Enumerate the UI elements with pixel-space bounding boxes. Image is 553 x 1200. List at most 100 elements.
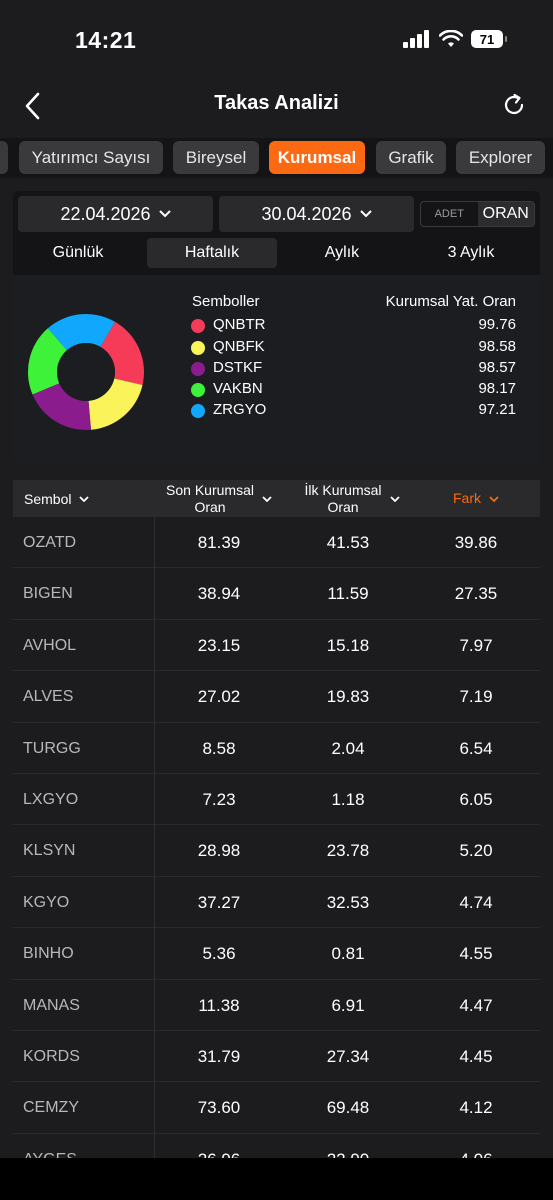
end-date-picker[interactable]: 30.04.2026	[219, 196, 414, 232]
cell-diff: 4.47	[459, 995, 493, 1015]
table-row[interactable]: CEMZY 73.60 69.48 4.12	[13, 1082, 540, 1134]
table-row[interactable]: MANAS 11.38 6.91 4.47	[13, 980, 540, 1031]
cell-symbol: KGYO	[23, 893, 70, 911]
table-row[interactable]: AYGES 26.96 22.90 4.06	[13, 1134, 540, 1160]
header-first-ratio[interactable]: İlk Kurumsal Oran	[288, 480, 416, 517]
refresh-icon[interactable]	[501, 92, 527, 118]
table-body: OZATD 81.39 41.53 39.86 BIGEN 38.94 11.59 27.35…	[13, 517, 540, 1160]
table-row[interactable]: ALVES 27.02 19.83 7.19	[13, 671, 540, 723]
cell-symbol: LXGYO	[23, 790, 79, 808]
legend-name: ZRGYO	[213, 401, 267, 418]
wifi-icon	[439, 30, 463, 47]
cell-last-ratio: 23.15	[197, 635, 241, 655]
cell-diff: 6.05	[459, 789, 493, 809]
cell-diff: 4.12	[459, 1098, 493, 1118]
cell-diff: 7.19	[459, 687, 493, 707]
chevron-down-icon	[489, 495, 499, 502]
battery-icon: 71	[471, 30, 507, 48]
tab-explorer[interactable]: Explorer	[456, 141, 545, 174]
legend-item: VAKBN 98.17	[191, 380, 516, 401]
legend-name: DSTKF	[213, 359, 263, 376]
table-row[interactable]: BIGEN 38.94 11.59 27.35	[13, 568, 540, 620]
legend-item: DSTKF 98.57	[191, 359, 516, 380]
tab-grafik[interactable]: Grafik	[376, 141, 446, 174]
period-gunluk[interactable]: Günlük	[13, 238, 143, 268]
tab-bar: Yatırımcı Sayısı Bireysel Kurumsal Grafi…	[0, 138, 553, 178]
chevron-down-icon	[262, 495, 272, 502]
table-row[interactable]: KORDS 31.79 27.34 4.45	[13, 1031, 540, 1083]
status-bar: 14:21 71	[0, 0, 553, 78]
cell-first-ratio: 1.18	[331, 789, 365, 809]
tab-partial[interactable]	[0, 141, 8, 174]
cell-diff: 27.35	[454, 584, 498, 604]
cell-last-ratio: 7.23	[202, 789, 236, 809]
cell-last-ratio: 31.79	[197, 1046, 241, 1066]
header-last-ratio[interactable]: Son Kurumsal Oran	[155, 480, 283, 517]
cell-first-ratio: 23.78	[326, 841, 370, 861]
table-row[interactable]: BINHO 5.36 0.81 4.55	[13, 928, 540, 980]
cell-symbol: KORDS	[23, 1047, 80, 1065]
cell-diff: 39.86	[454, 533, 498, 552]
donut-hole	[57, 343, 115, 401]
legend-header-symbols: Semboller	[192, 293, 260, 310]
cell-last-ratio: 81.39	[197, 533, 241, 552]
legend-dot	[191, 362, 205, 376]
header-first-ratio-label: İlk Kurumsal Oran	[304, 482, 381, 516]
header-diff[interactable]: Fark	[412, 480, 540, 517]
cell-first-ratio: 15.18	[326, 635, 370, 655]
page-title: Takas Analizi	[214, 92, 339, 114]
legend-value: 99.76	[478, 316, 516, 333]
cell-symbol: AYGES	[23, 1150, 77, 1160]
legend-name: VAKBN	[213, 380, 263, 397]
cell-last-ratio: 5.36	[202, 944, 236, 964]
cell-last-ratio: 27.02	[197, 687, 241, 707]
table-row[interactable]: TURGG 8.58 2.04 6.54	[13, 723, 540, 774]
period-haftalik[interactable]: Haftalık	[147, 238, 277, 268]
header-first-line2: Oran	[327, 498, 359, 515]
cell-first-ratio: 27.34	[326, 1046, 370, 1066]
table-row[interactable]: AVHOL 23.15 15.18 7.97	[13, 620, 540, 672]
cell-diff: 4.74	[459, 892, 493, 912]
cell-first-ratio: 19.83	[326, 687, 370, 707]
header-first-line1: İlk Kurumsal	[304, 481, 382, 498]
legend-value: 97.21	[478, 401, 516, 418]
cell-last-ratio: 37.27	[197, 892, 241, 912]
table-header: Sembol Son Kurumsal Oran İlk Kurumsal Oran…	[13, 480, 540, 517]
tab-bireysel[interactable]: Bireysel	[173, 141, 259, 174]
legend-item: ZRGYO 97.21	[191, 401, 516, 422]
cell-last-ratio: 73.60	[197, 1098, 241, 1118]
cell-last-ratio: 11.38	[198, 995, 240, 1015]
cell-last-ratio: 38.94	[197, 584, 241, 604]
signal-icon	[403, 30, 429, 48]
header-last-line1: Son Kurumsal	[166, 481, 254, 498]
tab-yatirimci-sayisi[interactable]: Yatırımcı Sayısı	[19, 141, 163, 174]
header-symbol-label: Sembol	[24, 490, 72, 507]
cell-symbol: MANAS	[23, 996, 80, 1014]
bottom-bar	[0, 1158, 553, 1200]
cell-diff: 4.45	[459, 1046, 493, 1066]
legend-header-value: Kurumsal Yat. Oran	[385, 293, 516, 310]
tab-kurumsal[interactable]: Kurumsal	[269, 141, 365, 174]
header-symbol[interactable]: Sembol	[24, 480, 90, 517]
start-date-picker[interactable]: 22.04.2026	[18, 196, 213, 232]
period-aylik[interactable]: Aylık	[277, 238, 407, 268]
header-last-ratio-label: Son Kurumsal Oran	[166, 482, 254, 516]
period-3-aylik[interactable]: 3 Aylık	[406, 238, 536, 268]
mode-adet[interactable]: ADET	[421, 202, 478, 226]
cell-last-ratio: 28.98	[197, 841, 241, 861]
chevron-down-icon	[389, 495, 400, 502]
mode-oran[interactable]: ORAN	[477, 202, 534, 226]
cell-symbol: ALVES	[23, 688, 74, 706]
table-row[interactable]: OZATD 81.39 41.53 39.86	[13, 517, 540, 569]
table-row[interactable]: KLSYN 28.98 23.78 5.20	[13, 825, 540, 877]
cell-last-ratio: 26.96	[197, 1149, 241, 1160]
cell-first-ratio: 0.81	[331, 944, 365, 964]
status-icons: 71	[403, 30, 507, 48]
table-row[interactable]: KGYO 37.27 32.53 4.74	[13, 877, 540, 929]
cell-symbol: TURGG	[23, 739, 81, 757]
cell-first-ratio: 22.90	[326, 1149, 370, 1160]
cell-first-ratio: 2.04	[331, 738, 365, 758]
legend-dot	[191, 341, 205, 355]
start-date-value: 22.04.2026	[60, 203, 151, 224]
table-row[interactable]: LXGYO 7.23 1.18 6.05	[13, 774, 540, 826]
